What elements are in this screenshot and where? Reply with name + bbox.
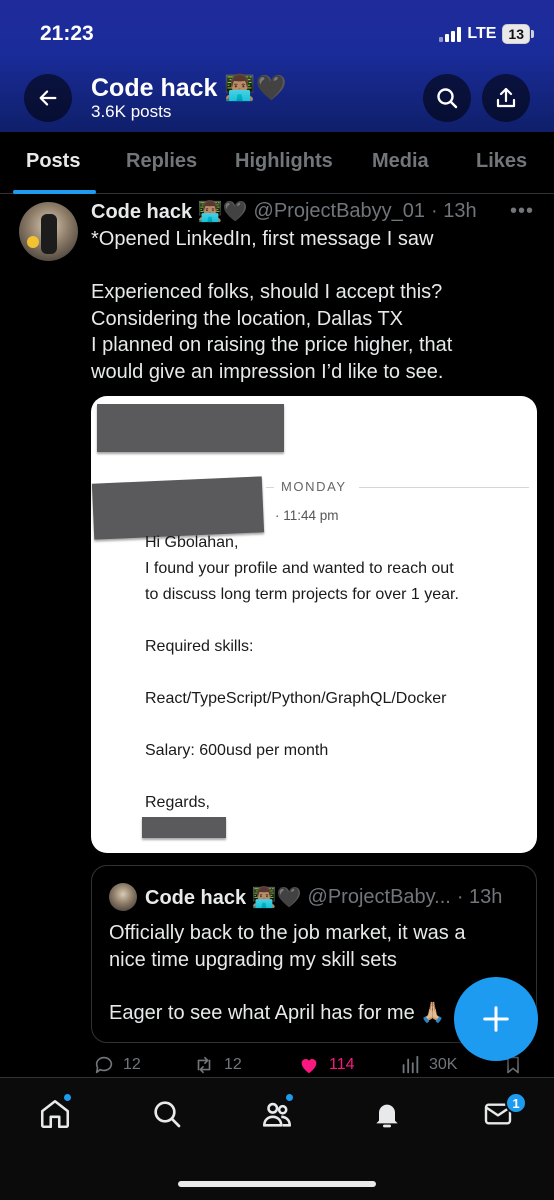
tweet-line: would give an impression I’d like to see…	[91, 360, 444, 383]
tweet-line: I planned on raising the price higher, t…	[91, 334, 453, 356]
quote-line: nice time upgrading my skill sets	[109, 948, 397, 971]
quote-author-name: Code hack 👨🏽‍💻🖤	[145, 887, 302, 909]
reply-count: 12	[123, 1056, 141, 1073]
bottom-navigation: 1	[0, 1077, 554, 1200]
tab-likes[interactable]: Likes	[476, 150, 527, 173]
quote-line: Officially back to the job market, it wa…	[109, 922, 466, 944]
views-icon	[402, 1055, 419, 1074]
avatar[interactable]	[19, 202, 78, 261]
tab-highlights[interactable]: Highlights	[235, 150, 333, 173]
plus-icon	[483, 1006, 509, 1032]
like-button[interactable]: 114	[297, 1054, 355, 1076]
redaction-block	[97, 404, 284, 452]
signal-icon	[439, 26, 462, 42]
message-line: Required skills:	[145, 638, 254, 655]
message-body: Hi Gbolahan, I found your profile and wa…	[145, 530, 525, 816]
view-count: 30K	[429, 1056, 458, 1073]
repost-button[interactable]: 12	[192, 1054, 242, 1076]
unread-dot	[285, 1093, 294, 1102]
quote-header: Code hack 👨🏽‍💻🖤 @ProjectBaby... · 13h	[145, 885, 502, 910]
home-icon	[40, 1099, 70, 1129]
profile-header: 21:23 LTE 13 Code hack 👨🏽‍💻🖤 3.6K posts	[0, 0, 554, 132]
tab-posts[interactable]: Posts	[26, 150, 80, 173]
repost-icon	[197, 1056, 211, 1074]
nav-notifications[interactable]	[367, 1094, 407, 1134]
tweet-line: Considering the location, Dallas TX	[91, 307, 404, 330]
tweet-author-name[interactable]: Code hack 👨🏽‍💻🖤	[91, 199, 248, 224]
tab-media[interactable]: Media	[372, 150, 429, 173]
post-count: 3.6K posts	[91, 102, 172, 121]
message-line: Regards,	[145, 794, 210, 811]
quote-author-handle: @ProjectBaby...	[307, 886, 451, 908]
nav-search[interactable]	[147, 1094, 187, 1134]
network-label: LTE	[467, 25, 497, 42]
share-icon	[496, 87, 516, 108]
heart-filled-icon	[301, 1059, 317, 1074]
share-button[interactable]	[482, 74, 530, 122]
tweet-line: Experienced folks, should I accept this?	[91, 281, 443, 303]
search-icon	[154, 1101, 181, 1128]
notifications-icon	[376, 1104, 398, 1128]
battery-icon: 13	[502, 24, 534, 44]
back-button[interactable]	[24, 74, 72, 122]
communities-icon	[262, 1102, 292, 1127]
arrow-left-icon	[39, 90, 57, 106]
tweet-actions: 12 12 114 30K	[0, 1050, 554, 1080]
status-time: 21:23	[40, 22, 94, 45]
tweet-header: Code hack 👨🏽‍💻🖤 @ProjectBabyy_01 · 13h	[91, 199, 477, 224]
reply-button[interactable]: 12	[93, 1054, 141, 1076]
nav-communities[interactable]	[257, 1093, 297, 1134]
like-count: 114	[329, 1056, 355, 1073]
active-tab-indicator	[13, 190, 96, 194]
battery-level: 13	[502, 24, 530, 44]
tweet-media-image[interactable]: MONDAY · 11:44 pm Hi Gbolahan, I found y…	[91, 396, 537, 853]
views-button[interactable]: 30K	[399, 1054, 457, 1076]
status-indicators: LTE 13	[439, 24, 534, 44]
search-icon	[437, 88, 458, 109]
repost-count: 12	[224, 1056, 242, 1073]
tweet-line: *Opened LinkedIn, first message I saw	[91, 228, 434, 250]
compose-post-button[interactable]	[454, 977, 538, 1061]
more-options-icon[interactable]: •••	[510, 200, 534, 223]
redaction-block	[142, 817, 226, 838]
message-line: to discuss long term projects for over 1…	[145, 586, 459, 603]
nav-home[interactable]	[35, 1093, 75, 1134]
tweet-time: · 13h	[431, 200, 477, 222]
profile-tabs: Posts Replies Highlights Media Likes	[0, 132, 554, 194]
reply-icon	[95, 1056, 113, 1074]
avatar	[109, 883, 137, 911]
tweet-text: *Opened LinkedIn, first message I saw Ex…	[91, 226, 531, 385]
unread-dot	[63, 1093, 72, 1102]
messages-badge: 1	[505, 1092, 527, 1114]
message-line: Salary: 600usd per month	[145, 742, 329, 759]
message-day-label: MONDAY	[281, 479, 347, 494]
message-line: Hi Gbolahan,	[145, 534, 239, 551]
profile-name: Code hack 👨🏽‍💻🖤	[91, 74, 287, 102]
message-line: I found your profile and wanted to reach…	[145, 560, 454, 577]
tweet-author-handle[interactable]: @ProjectBabyy_01	[254, 200, 426, 223]
home-indicator	[178, 1181, 376, 1187]
message-time: · 11:44 pm	[275, 508, 339, 523]
message-line: React/TypeScript/Python/GraphQL/Docker	[145, 690, 447, 707]
quote-time: · 13h	[456, 886, 503, 908]
tab-replies[interactable]: Replies	[126, 150, 197, 173]
search-button[interactable]	[423, 74, 471, 122]
